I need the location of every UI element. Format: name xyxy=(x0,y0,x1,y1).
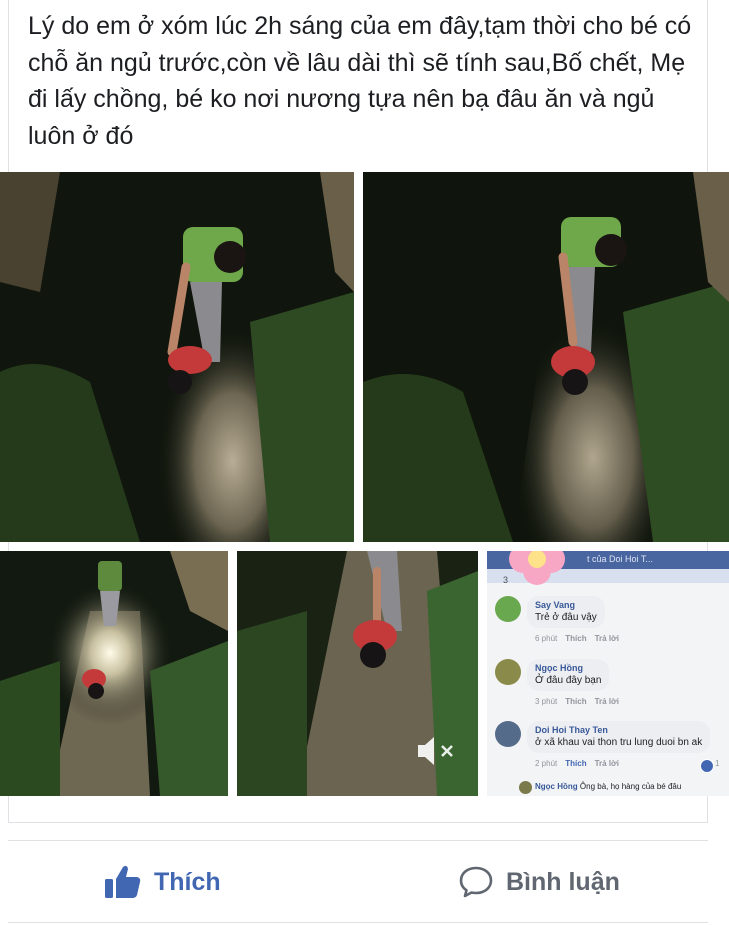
thumbs-up-icon xyxy=(105,865,141,898)
comment-like-link[interactable]: Thích xyxy=(565,697,586,706)
night-path-image xyxy=(0,551,228,796)
comment-author[interactable]: Ngọc Hồng xyxy=(535,782,578,791)
mute-icon[interactable] xyxy=(416,734,456,768)
reaction-count: 3 xyxy=(503,575,509,585)
like-label: Thích xyxy=(154,867,221,896)
comment-time: 2 phút xyxy=(535,759,558,768)
comment-reaction-count: 1 xyxy=(715,759,720,768)
flower-sticker-icon xyxy=(509,551,565,585)
night-path-image xyxy=(363,172,729,542)
comment-text: Ông bà, họ hàng của bé đâu xyxy=(579,782,682,791)
comment-author[interactable]: Say Vang xyxy=(535,600,597,610)
comment-author[interactable]: Ngọc Hồng xyxy=(535,663,601,673)
post-video[interactable] xyxy=(237,551,478,796)
avatar xyxy=(519,781,532,794)
like-reaction-icon xyxy=(700,759,714,773)
comment-meta: 3 phút Thích Trả lời xyxy=(535,697,619,706)
avatar xyxy=(495,721,521,747)
post-photo-3[interactable] xyxy=(0,551,228,796)
comment-button[interactable]: Bình luận xyxy=(458,858,620,906)
comment-text: Trẻ ở đâu vậy xyxy=(535,612,597,623)
comment-text: ở xã khau vai thon tru lung duoi bn ak xyxy=(535,737,703,748)
comment-reply-link[interactable]: Trả lời xyxy=(595,697,619,706)
comment-like-link[interactable]: Thích xyxy=(565,634,586,643)
comment-bubble: Say Vang Trẻ ở đâu vậy xyxy=(527,596,605,628)
avatar xyxy=(495,596,521,622)
like-button[interactable]: Thích xyxy=(104,858,221,906)
comment-meta: 2 phút Thích Trả lời xyxy=(535,759,619,768)
comment-time: 3 phút xyxy=(535,697,558,706)
night-path-image xyxy=(0,172,354,542)
comment-reply-link[interactable]: Trả lời xyxy=(595,759,619,768)
comment-bubble: Ngọc Hồng Ở đâu đây bạn xyxy=(527,659,610,691)
comment-label: Bình luận xyxy=(506,867,620,896)
post-text: Lý do em ở xóm lúc 2h sáng của em đây,tạ… xyxy=(28,12,692,150)
screenshot-header-text: t của Doi Hoi T... xyxy=(587,554,653,564)
comment-reply-link[interactable]: Trả lời xyxy=(595,634,619,643)
post-photo-1[interactable] xyxy=(0,172,354,542)
comment-text: Ở đâu đây bạn xyxy=(535,675,602,686)
divider xyxy=(8,840,708,841)
divider xyxy=(8,922,708,923)
post-photo-2[interactable] xyxy=(363,172,729,542)
comments-screenshot[interactable]: t của Doi Hoi T... 3 Say Vang Trẻ ở đâu … xyxy=(487,551,729,796)
comment-bubble-icon xyxy=(459,866,493,898)
comment-like-link[interactable]: Thích xyxy=(565,759,586,768)
comment-bubble: Doi Hoi Thay Ten ở xã khau vai thon tru … xyxy=(527,721,711,753)
comment-meta: 6 phút Thích Trả lời xyxy=(535,634,619,643)
comment-time: 6 phút xyxy=(535,634,558,643)
avatar xyxy=(495,659,521,685)
comment-item-partial: Ngọc Hồng Ông bà, họ hàng của bé đâu xyxy=(535,782,681,791)
comment-author[interactable]: Doi Hoi Thay Ten xyxy=(535,725,702,735)
